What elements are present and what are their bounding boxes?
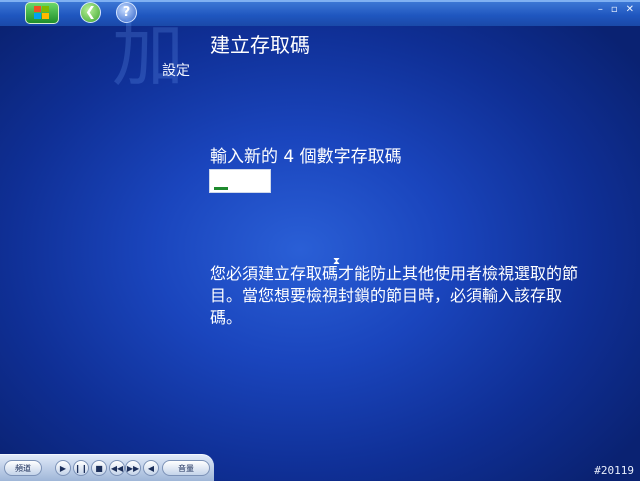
restore-button[interactable]: ▫ xyxy=(611,4,618,15)
transport-controls: 頻道 ▶ ❙❙ ■ ◀◀ ▶▶ ◀ 音量 xyxy=(0,454,214,481)
start-button[interactable] xyxy=(25,2,59,24)
mute-button[interactable]: ◀ xyxy=(143,460,159,476)
description-text: 您必須建立存取碼才能防止其他使用者檢視選取的節目。當您想要檢視封鎖的節目時，必須… xyxy=(210,264,579,327)
pin-input[interactable] xyxy=(209,169,271,193)
stop-icon: ■ xyxy=(95,463,103,473)
section-label: 設定 xyxy=(162,63,190,79)
forward-icon: ▶▶ xyxy=(126,463,140,473)
close-button[interactable]: ✕ xyxy=(626,4,634,15)
input-caret xyxy=(214,187,228,190)
volume-button[interactable]: 音量 xyxy=(162,460,210,476)
mouse-cursor-icon: ⧗ xyxy=(333,256,341,267)
minimize-button[interactable]: – xyxy=(598,4,603,15)
rewind-button[interactable]: ◀◀ xyxy=(109,460,125,476)
speaker-icon: ◀ xyxy=(147,463,155,473)
windows-logo-icon xyxy=(34,6,49,19)
channel-button[interactable]: 頻道 xyxy=(4,460,42,476)
rewind-icon: ◀◀ xyxy=(110,463,124,473)
frame-counter: #20119 xyxy=(594,464,634,477)
pause-icon: ❙❙ xyxy=(74,463,88,473)
pause-button[interactable]: ❙❙ xyxy=(73,460,89,476)
window-controls: – ▫ ✕ xyxy=(598,4,634,15)
pin-prompt: 輸入新的 4 個數字存取碼 xyxy=(210,147,402,167)
page-title: 建立存取碼 xyxy=(210,33,310,57)
play-button[interactable]: ▶ xyxy=(55,460,71,476)
back-button[interactable]: ❮ xyxy=(80,2,101,23)
toolbar-highlight xyxy=(0,0,640,2)
play-icon: ▶ xyxy=(59,463,67,473)
stop-button[interactable]: ■ xyxy=(91,460,107,476)
back-arrow-icon: ❮ xyxy=(85,5,96,20)
forward-button[interactable]: ▶▶ xyxy=(125,460,141,476)
top-toolbar: ❮ ? – ▫ ✕ xyxy=(0,0,640,26)
